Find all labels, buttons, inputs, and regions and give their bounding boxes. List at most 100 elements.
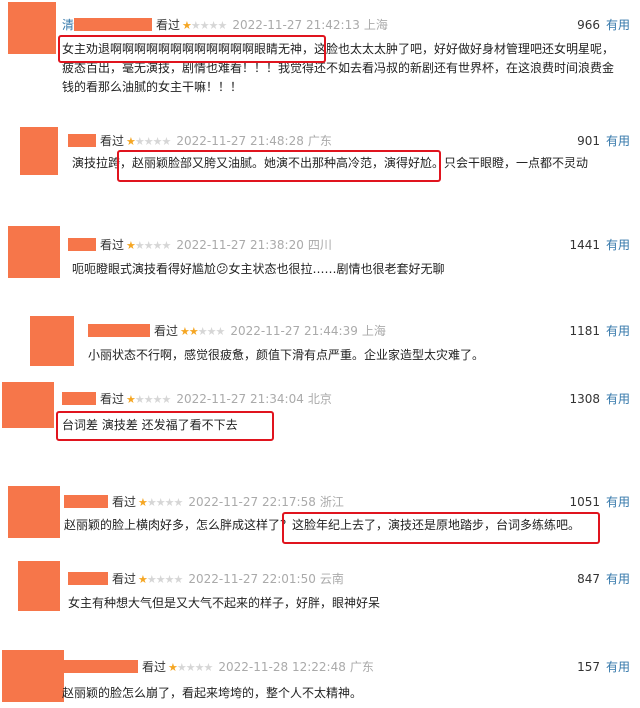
star-icon: ★ — [152, 135, 163, 148]
review-text: 呃呃瞪眼式演技看得好尴尬😕女主状态也很拉……剧情也很老套好无聊 — [72, 262, 445, 276]
rating-stars: ★★★★★ — [182, 19, 228, 32]
review-text: 演技拉跨，赵丽颖脸部又胯又油腻。她演不出那种高冷范，演得好尬。只会干眼瞪，一点都… — [72, 156, 589, 170]
review-text: 台词差 演技差 还发福了看不下去 — [62, 418, 238, 432]
rating-stars: ★★★★★ — [126, 393, 172, 406]
vote-count: 901 — [577, 134, 600, 148]
watched-status: 看过 — [154, 324, 179, 338]
vote-count: 1051 — [569, 495, 600, 509]
vote-area: 1308 有用 — [569, 390, 630, 407]
star-icon: ★ — [164, 496, 175, 509]
star-icon: ★ — [176, 661, 187, 674]
rating-stars: ★★★★★ — [138, 496, 183, 509]
review-meta: 看过 ★★★★★ 2022-11-27 21:34:04 北京 — [62, 390, 332, 407]
vote-area: 966 有用 — [577, 16, 630, 33]
useful-button[interactable]: 有用 — [606, 18, 630, 32]
review-meta: 看过 ★★★★★ 2022-11-27 22:17:58 浙江 — [64, 493, 344, 510]
star-icon: ★ — [182, 19, 192, 32]
useful-button[interactable]: 有用 — [606, 392, 630, 406]
review-meta: 看过 ★★★★★ 2022-11-28 12:22:48 广东 — [62, 658, 374, 675]
useful-button[interactable]: 有用 — [606, 495, 630, 509]
star-icon: ★ — [194, 661, 205, 674]
redacted-username — [74, 18, 153, 31]
review-time[interactable]: 2022-11-27 21:44:39 — [230, 324, 357, 338]
star-icon: ★ — [206, 325, 217, 338]
watched-status: 看过 — [100, 134, 125, 148]
star-icon: ★ — [188, 325, 199, 338]
star-icon: ★ — [168, 661, 178, 674]
star-icon: ★ — [161, 135, 172, 148]
star-icon: ★ — [126, 135, 136, 148]
vote-area: 1181 有用 — [569, 322, 630, 339]
avatar[interactable] — [8, 2, 56, 54]
avatar[interactable] — [20, 127, 58, 175]
review-text: 赵丽颖的脸上横肉好多，怎么胖成这样了？这脸年纪上去了，演技还是原地踏步，台词多练… — [64, 518, 581, 532]
review-time[interactable]: 2022-11-27 22:17:58 — [188, 495, 315, 509]
star-icon: ★ — [152, 393, 163, 406]
star-icon: ★ — [155, 496, 166, 509]
watched-status: 看过 — [112, 572, 137, 586]
redacted-username — [68, 572, 108, 585]
avatar[interactable] — [8, 486, 60, 538]
review-text: 赵丽颖的脸怎么崩了，看起来垮垮的，整个人不太精神。 — [62, 686, 363, 700]
redacted-username — [62, 392, 96, 405]
useful-button[interactable]: 有用 — [606, 572, 630, 586]
review-meta: 看过 ★★★★★ 2022-11-27 21:38:20 四川 — [68, 236, 332, 253]
vote-count: 157 — [577, 660, 600, 674]
review-meta: 看过 ★★★★★ 2022-11-27 22:01:50 云南 — [68, 570, 344, 587]
avatar[interactable] — [18, 561, 60, 611]
review-time[interactable]: 2022-11-27 21:48:28 — [176, 134, 303, 148]
rating-stars: ★★★★★ — [168, 661, 213, 674]
avatar[interactable] — [2, 650, 64, 702]
star-icon: ★ — [155, 573, 166, 586]
useful-button[interactable]: 有用 — [606, 324, 630, 338]
review-time[interactable]: 2022-11-27 21:38:20 — [176, 238, 303, 252]
star-icon: ★ — [217, 19, 228, 32]
star-icon: ★ — [199, 19, 210, 32]
useful-button[interactable]: 有用 — [606, 660, 630, 674]
watched-status: 看过 — [142, 660, 167, 674]
username-link[interactable]: 清 — [62, 18, 74, 32]
star-icon: ★ — [164, 573, 175, 586]
redacted-username — [68, 238, 96, 251]
vote-count: 847 — [577, 572, 600, 586]
star-icon: ★ — [138, 573, 148, 586]
avatar[interactable] — [30, 316, 74, 366]
star-icon: ★ — [146, 573, 157, 586]
star-icon: ★ — [190, 19, 201, 32]
redacted-username — [68, 134, 96, 147]
vote-area: 901 有用 — [577, 132, 630, 149]
rating-stars: ★★★★★ — [138, 573, 183, 586]
review-location: 上海 — [363, 18, 388, 32]
vote-area: 157 有用 — [577, 658, 630, 675]
star-icon: ★ — [180, 325, 190, 338]
star-icon: ★ — [134, 239, 145, 252]
vote-count: 1441 — [569, 238, 600, 252]
star-icon: ★ — [208, 19, 219, 32]
star-icon: ★ — [146, 496, 157, 509]
useful-button[interactable]: 有用 — [606, 134, 630, 148]
useful-button[interactable]: 有用 — [606, 238, 630, 252]
avatar[interactable] — [2, 382, 54, 428]
star-icon: ★ — [161, 393, 172, 406]
review-time[interactable]: 2022-11-27 21:34:04 — [176, 392, 303, 406]
star-icon: ★ — [152, 239, 163, 252]
review-location: 广东 — [307, 134, 332, 148]
review-text: 女主有种想大气但是又大气不起来的样子，好胖，眼神好呆 — [68, 596, 381, 610]
review-location: 广东 — [349, 660, 374, 674]
review-time[interactable]: 2022-11-28 12:22:48 — [218, 660, 345, 674]
star-icon: ★ — [143, 393, 154, 406]
vote-area: 1051 有用 — [569, 493, 630, 510]
review-location: 浙江 — [319, 495, 344, 509]
review-location: 北京 — [307, 392, 332, 406]
star-icon: ★ — [143, 239, 154, 252]
review-location: 四川 — [307, 238, 332, 252]
avatar[interactable] — [8, 226, 60, 278]
review-location: 云南 — [319, 572, 344, 586]
review-time[interactable]: 2022-11-27 22:01:50 — [188, 572, 315, 586]
vote-area: 847 有用 — [577, 570, 630, 587]
review-time[interactable]: 2022-11-27 21:42:13 — [232, 18, 359, 32]
star-icon: ★ — [185, 661, 196, 674]
star-icon: ★ — [215, 325, 226, 338]
redacted-username — [64, 495, 108, 508]
rating-stars: ★★★★★ — [126, 239, 171, 252]
